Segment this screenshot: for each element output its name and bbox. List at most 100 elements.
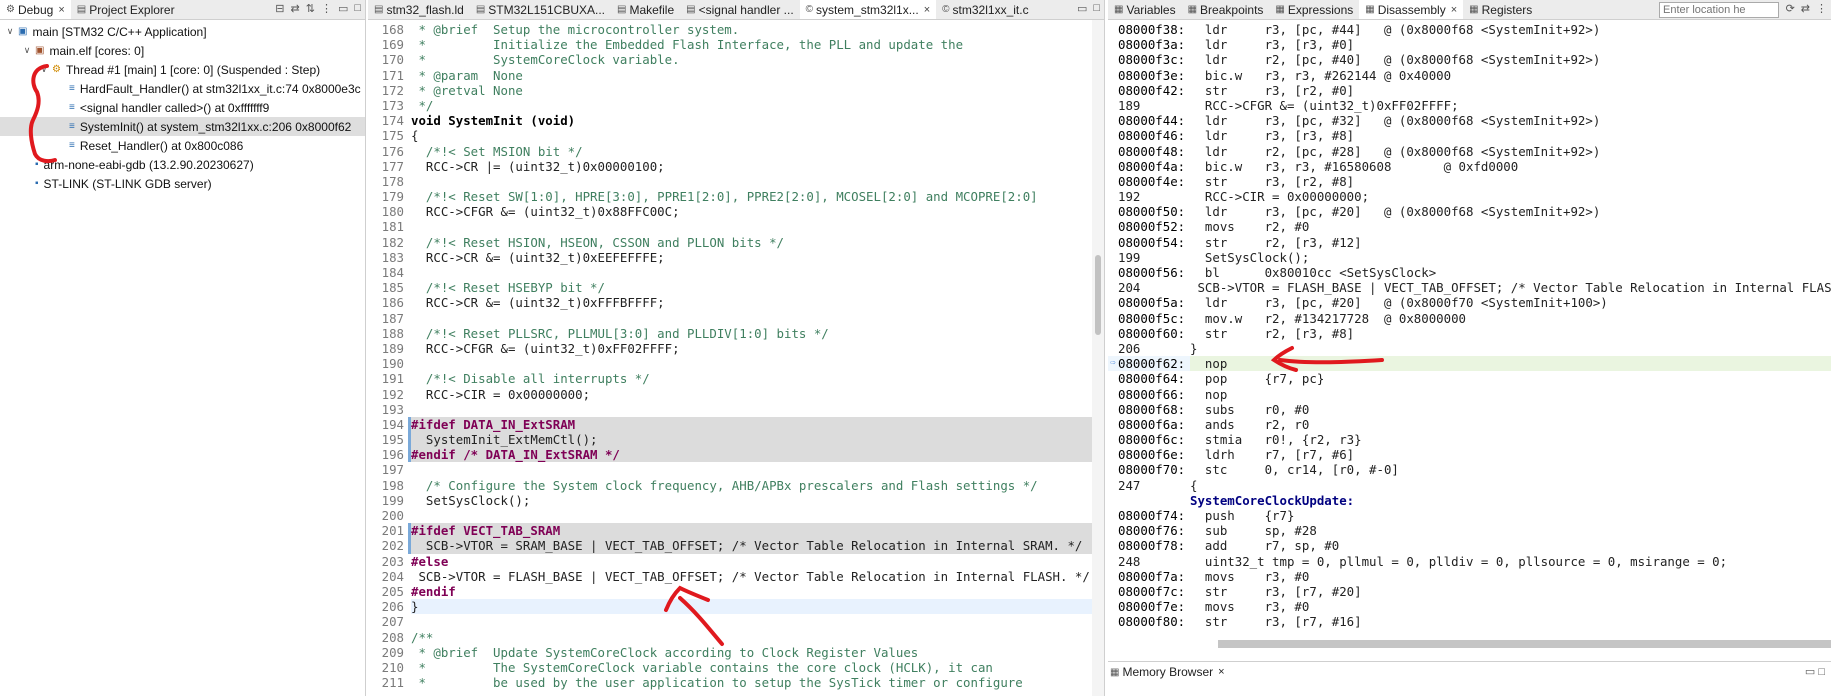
instruction: ldr r3, [pc, #20] @ (0x8000f70 <SystemIn… [1190,295,1608,311]
close-icon[interactable]: × [58,4,64,16]
code-editor[interactable]: 168 * @brief Setup the microcontroller s… [368,22,1092,690]
instruction: stmia r0!, {r2, r3} [1190,432,1362,448]
right-tab[interactable]: ▦ Registers [1463,0,1538,19]
editor-toolbar: ▭ □ [1077,2,1100,15]
disassembly-line: 08000f80: str r3, [r7, #16] [1108,614,1831,629]
right-tab[interactable]: ▦ Disassembly × [1359,0,1464,19]
close-icon[interactable]: × [1451,4,1457,16]
line-number: 207 [381,614,404,630]
code-text: /*!< Reset PLLSRC, PLLMUL[3:0] and PLLDI… [411,325,829,341]
line-number: 210 [381,659,404,675]
disassembly-line: 08000f78: add r7, sp, #0 [1108,538,1831,553]
tree-item[interactable]: ∨ ▣ main.elf [cores: 0] [0,41,365,60]
line-number: 179 [381,189,404,205]
address: 08000f4a: [1118,158,1186,174]
code-line: 173 */ [368,98,1092,113]
address: 08000f42: [1118,82,1186,98]
disassembly-line: 08000f52: movs r2, #0 [1108,219,1831,234]
line-number: 176 [381,143,404,159]
right-tab-label: Disassembly [1377,2,1446,17]
disassembly-line: 08000f5a: ldr r3, [pc, #20] @ (0x8000f70… [1108,295,1831,310]
tree-item[interactable]: ≡ SystemInit() at system_stm32l1xx.c:206 … [0,117,365,136]
code-line: 204 SCB->VTOR = FLASH_BASE | VECT_TAB_OF… [368,569,1092,584]
twisty-icon[interactable]: ∨ [38,64,50,75]
code-text: RCC->CFGR &= (uint32_t)0xFF02FFFF; [411,340,680,356]
instruction: ldr r2, [pc, #40] @ (0x8000f68 <SystemIn… [1190,52,1601,68]
tree-item[interactable]: ≡ <signal handler called>() at 0xfffffff9 [0,98,365,117]
right-tab[interactable]: ▦ Breakpoints [1182,0,1270,19]
right-tab[interactable]: ▦ Expressions [1269,0,1359,19]
link-icon[interactable]: ⇄ [1801,2,1810,15]
editor-tab[interactable]: © system_stm32l1x... × [799,0,937,19]
link-icon[interactable]: ⇄ [291,2,300,15]
maximize-icon[interactable]: □ [1093,2,1100,15]
address: 08000f46: [1118,128,1186,144]
tree-item[interactable]: ∨ ⚙ Thread #1 [main] 1 [core: 0] (Suspende… [0,60,365,79]
code-text: * @retval None [411,82,523,98]
editor-tab-label: stm32_flash.ld [386,2,464,17]
editor-tab[interactable]: ▤ STM32L151CBUXA... [470,0,611,19]
code-text: #ifdef VECT_TAB_SRAM [411,523,1092,539]
code-line: 186 RCC->CR &= (uint32_t)0xFFFBFFFF; [368,295,1092,310]
tree-item[interactable]: ≡ Reset_Handler() at 0x800c086 [0,136,365,155]
editor-tab-label: stm32l1xx_it.c [952,2,1029,17]
line-number: 208 [381,629,404,645]
stack-frame-icon: ≡ [69,102,75,113]
code-line: 170 * SystemCoreClock variable. [368,52,1092,67]
tree-item[interactable]: ▪ ST-LINK (ST-LINK GDB server) [0,174,365,193]
maximize-icon[interactable]: □ [354,2,361,15]
editor-scrollbar[interactable] [1092,20,1104,696]
tree-item[interactable]: ≡ HardFault_Handler() at stm32l1xx_it.c:7… [0,79,365,98]
editor-tab[interactable]: ▤ stm32_flash.ld [368,0,470,19]
tree-item[interactable]: ▪ arm-none-eabi-gdb (13.2.90.20230627) [0,155,365,174]
line-number: 197 [381,462,404,478]
code-line: 179 /*!< Reset SW[1:0], HPRE[3:0], PPRE1… [368,189,1092,204]
filter-icon[interactable]: ⇅ [306,2,315,15]
editor-tab[interactable]: ▤ <signal handler ... [680,0,800,19]
collapse-all-icon[interactable]: ⊟ [275,2,284,15]
editor-tab[interactable]: © stm32l1xx_it.c [936,0,1034,19]
code-line: 188 /*!< Reset PLLSRC, PLLMUL[3:0] and P… [368,326,1092,341]
address: 247 [1118,477,1141,493]
line-number: 168 [381,22,404,37]
gdb-icon: ▪ [35,159,39,170]
code-text: RCC->CR &= (uint32_t)0xEEFEFFFE; [411,249,665,265]
code-line: 193 [368,402,1092,417]
tab-debug[interactable]: ⚙ Debug × [0,0,71,19]
disassembly-view[interactable]: 08000f38: ldr r3, [pc, #44] @ (0x8000f68… [1108,22,1831,630]
tree-item[interactable]: ∨ ▣ main [STM32 C/C++ Application] [0,22,365,41]
close-icon[interactable]: × [924,4,930,16]
minimize-icon[interactable]: ▭ [1077,2,1087,15]
folder-icon: ▤ [76,4,87,15]
code-text: /*!< Reset HSEBYP bit */ [411,280,605,296]
view-menu-icon[interactable]: ⋮ [1816,2,1827,15]
scrollbar-thumb[interactable] [1095,255,1101,335]
code-line: 172 * @retval None [368,83,1092,98]
code-line: 187 [368,311,1092,326]
maximize-icon[interactable]: □ [1818,666,1825,678]
disassembly-hscrollbar[interactable] [1218,640,1831,648]
code-line: 171 * @param None [368,68,1092,83]
tab-memory-browser[interactable]: ▦ Memory Browser × [1110,665,1225,679]
tree-item-label: <signal handler called>() at 0xfffffff9 [79,100,270,115]
minimize-icon[interactable]: ▭ [1805,666,1815,678]
line-number: 174 [381,113,404,129]
location-input[interactable] [1659,2,1779,18]
address: 199 [1118,249,1141,265]
refresh-icon[interactable]: ⟳ [1786,2,1795,15]
code-line: 169 * Initialize the Embedded Flash Inte… [368,37,1092,52]
code-line: 199 SetSysClock(); [368,493,1092,508]
minimize-icon[interactable]: ▭ [338,2,348,15]
line-number: 186 [381,295,404,311]
close-icon[interactable]: × [1218,666,1224,678]
stlink-icon: ▪ [35,178,39,189]
twisty-icon[interactable]: ∨ [21,45,33,56]
disassembly-line: 08000f54: str r2, [r3, #12] [1108,235,1831,250]
editor-tab[interactable]: ▤ Makefile [611,0,680,19]
right-tab[interactable]: ▦ Variables [1108,0,1182,19]
line-number: 173 [381,97,404,113]
view-menu-icon[interactable]: ⋮ [321,2,332,15]
tab-project-explorer[interactable]: ▤ Project Explorer [71,0,181,19]
disassembly-line: 08000f44: ldr r3, [pc, #32] @ (0x8000f68… [1108,113,1831,128]
twisty-icon[interactable]: ∨ [4,26,16,37]
